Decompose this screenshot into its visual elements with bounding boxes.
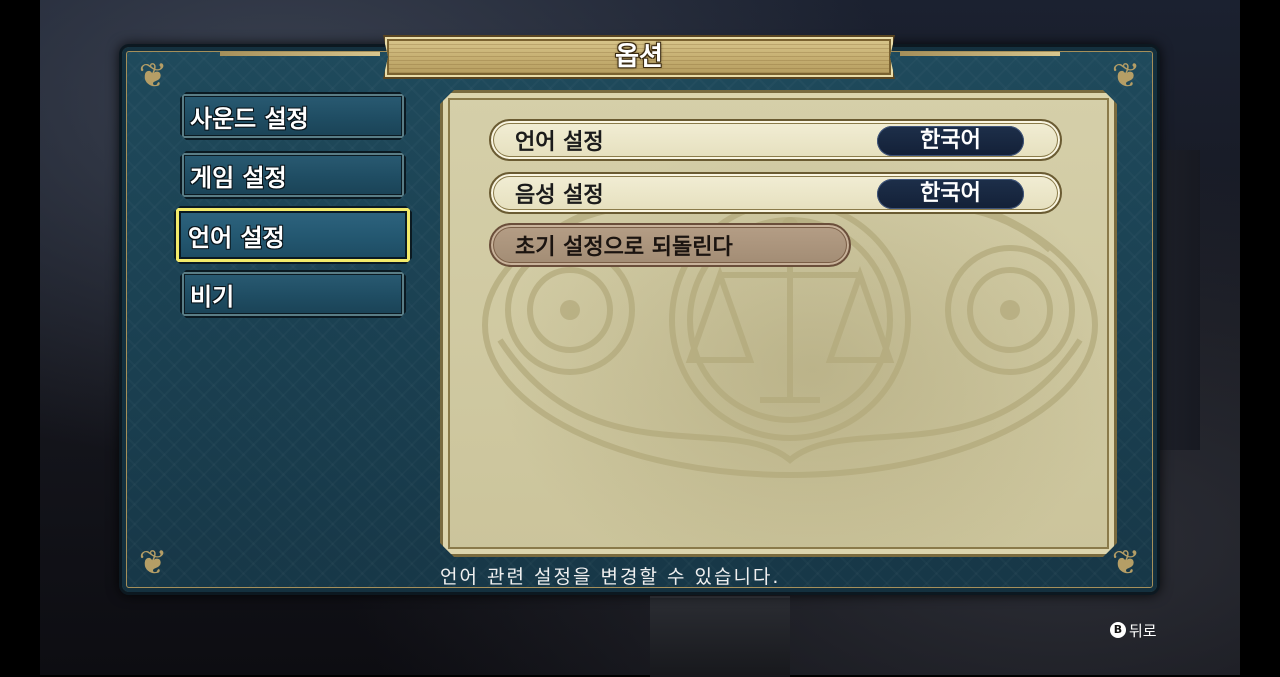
sidebar-item-label: 언어 설정 bbox=[188, 223, 285, 252]
back-button[interactable]: B 뒤로 bbox=[1110, 620, 1157, 640]
sidebar-item-game-settings[interactable]: 게임 설정 bbox=[180, 151, 406, 199]
background-crate bbox=[650, 596, 790, 677]
help-text: 언어 관련 설정을 변경할 수 있습니다. bbox=[440, 566, 781, 588]
sidebar-item-label: 게임 설정 bbox=[190, 163, 287, 192]
flourish-icon: ❦ bbox=[138, 56, 168, 96]
voice-setting-row[interactable]: 음성 설정 한국어 bbox=[489, 172, 1062, 214]
title-line-left bbox=[220, 52, 380, 56]
flourish-icon: ❦ bbox=[1111, 56, 1141, 96]
page-title: 옵션 bbox=[615, 42, 663, 72]
language-value-select[interactable]: 한국어 bbox=[877, 126, 1024, 156]
voice-value-select[interactable]: 한국어 bbox=[877, 179, 1024, 209]
sidebar-item-secrets[interactable]: 비기 bbox=[180, 270, 406, 318]
sidebar-item-label: 비기 bbox=[190, 282, 235, 311]
sidebar-item-language-settings[interactable]: 언어 설정 bbox=[174, 206, 412, 264]
reset-defaults-label: 초기 설정으로 되돌린다 bbox=[515, 235, 733, 260]
reset-defaults-button[interactable]: 초기 설정으로 되돌린다 bbox=[489, 223, 851, 267]
back-label: 뒤로 bbox=[1129, 621, 1157, 640]
sidebar-item-sound-settings[interactable]: 사운드 설정 bbox=[180, 92, 406, 140]
language-setting-label: 언어 설정 bbox=[515, 130, 604, 155]
voice-setting-label: 음성 설정 bbox=[515, 183, 604, 208]
title-line-right bbox=[900, 52, 1060, 56]
language-setting-row[interactable]: 언어 설정 한국어 bbox=[489, 119, 1062, 161]
flourish-icon: ❦ bbox=[138, 543, 168, 583]
sidebar-item-label: 사운드 설정 bbox=[190, 104, 309, 133]
b-button-icon: B bbox=[1110, 622, 1126, 638]
